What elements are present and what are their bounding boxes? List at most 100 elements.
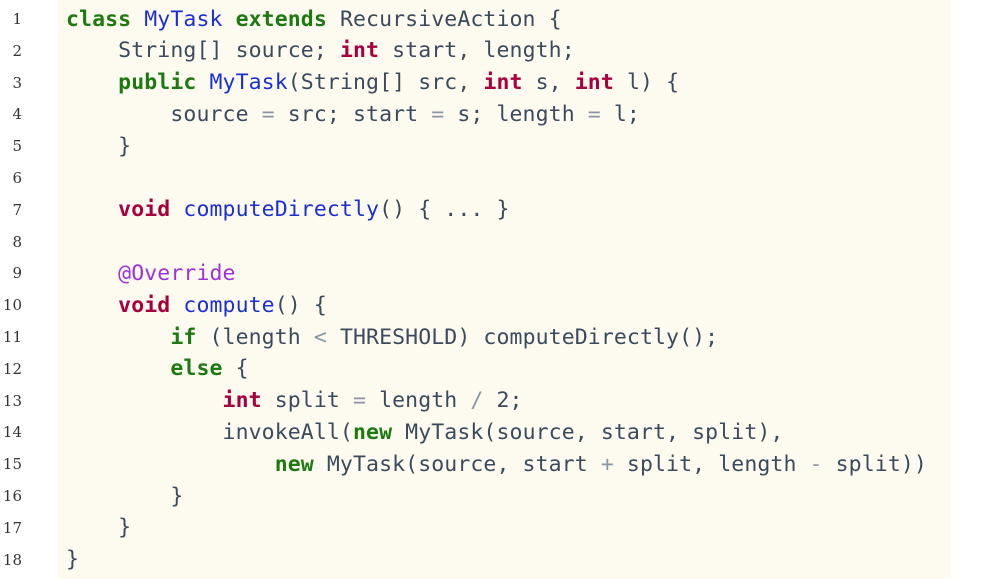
code-line: 18} [0, 544, 1001, 576]
code-token: 2; [483, 388, 523, 414]
line-number: 13 [2, 391, 22, 410]
code-line: 8 [0, 226, 1001, 258]
code-token: l) { [613, 70, 680, 96]
code-token: start, length; [379, 38, 575, 64]
line-number: 12 [2, 359, 22, 378]
code-text: source = src; start = s; length = l; [66, 102, 640, 127]
line-number: 2 [12, 41, 22, 60]
code-token: < [313, 324, 327, 350]
code-token: } [66, 483, 184, 509]
code-token: MyTask [209, 70, 288, 96]
code-token: compute [183, 292, 275, 318]
code-token: int [483, 70, 523, 96]
code-token: s; length [444, 101, 588, 127]
code-token: THRESHOLD) computeDirectly(); [326, 324, 719, 350]
code-token: invokeAll( [66, 419, 353, 445]
code-token: int [339, 38, 380, 64]
line-number: 10 [2, 296, 22, 315]
code-token: } [66, 547, 80, 573]
code-token: s, [522, 70, 575, 96]
code-token: = [431, 101, 445, 127]
code-token: new [352, 419, 406, 445]
code-line: 7 void computeDirectly() { ... } [0, 194, 1001, 226]
code-token: RecursiveAction { [339, 6, 562, 32]
code-line: 13 int split = length / 2; [0, 385, 1001, 417]
code-token: () { [274, 292, 327, 318]
code-token: else [66, 356, 236, 382]
line-number: 1 [12, 10, 22, 28]
code-text: class MyTask extends RecursiveAction { [66, 7, 562, 32]
code-token: MyTask [144, 6, 236, 32]
code-line: 10 void compute() { [0, 289, 1001, 321]
line-number: 16 [2, 487, 22, 505]
code-token: public [66, 70, 210, 96]
code-line: 1 class MyTask extends RecursiveAction { [0, 3, 1001, 35]
code-token: = [352, 388, 367, 414]
code-line: 5 } [0, 130, 1001, 162]
code-line: 11 if (length < THRESHOLD) computeDirect… [0, 321, 1001, 353]
code-line: 2 String[] source; int start, length; [0, 35, 1001, 67]
code-token: extends [235, 6, 340, 32]
code-token: = [261, 101, 275, 127]
code-token: / [470, 388, 484, 414]
line-number: 17 [2, 518, 22, 537]
code-token: } [66, 515, 132, 541]
code-token: length [366, 388, 471, 414]
line-number: 11 [2, 328, 22, 346]
code-text: void compute() { [66, 293, 327, 318]
code-text: int split = length / 2; [66, 388, 523, 413]
code-token: if [66, 324, 210, 350]
code-line: 9 @Override [0, 257, 1001, 289]
code-text: @Override [66, 261, 236, 286]
code-token: l; [600, 101, 640, 127]
line-number: 9 [12, 264, 22, 283]
line-number: 7 [12, 200, 22, 219]
code-line: 3 public MyTask(String[] src, int s, int… [0, 67, 1001, 99]
code-listing: 1 class MyTask extends RecursiveAction { 2… [0, 0, 1001, 579]
code-text: } [66, 515, 131, 540]
line-number: 5 [12, 137, 22, 156]
code-text: } [66, 484, 183, 509]
code-text: } [66, 134, 131, 159]
code-token: class [66, 6, 145, 32]
code-token: int [66, 388, 262, 414]
code-token: void [66, 292, 184, 318]
line-number: 6 [12, 169, 22, 187]
code-token: source [66, 101, 262, 127]
code-token: - [809, 451, 823, 477]
code-line: 16 } [0, 480, 1001, 512]
line-number: 8 [12, 232, 22, 251]
line-number: 15 [2, 455, 22, 474]
code-token: int [574, 70, 614, 96]
code-text: new MyTask(source, start + split, length… [66, 452, 927, 477]
code-token: + [600, 451, 614, 477]
code-token: @Override [66, 260, 236, 286]
code-token: void [66, 197, 184, 223]
code-text: } [66, 547, 79, 572]
code-token: String[] source; [66, 38, 340, 64]
line-number: 14 [2, 423, 22, 442]
code-text: String[] source; int start, length; [66, 38, 575, 63]
code-token: src; start [274, 101, 432, 127]
code-token: split)) [822, 451, 927, 477]
code-token: MyTask(source, start [326, 451, 601, 477]
code-token: new [66, 451, 327, 477]
code-token: (length [209, 324, 314, 350]
code-token: split [261, 388, 353, 414]
code-line: 4 source = src; start = s; length = l; [0, 98, 1001, 130]
code-line: 12 else { [0, 353, 1001, 385]
code-token: (String[] src, [287, 70, 484, 96]
code-text: if (length < THRESHOLD) computeDirectly(… [66, 325, 718, 350]
code-line: 17 } [0, 512, 1001, 544]
code-line: 14 invokeAll(new MyTask(source, start, s… [0, 416, 1001, 448]
line-number: 3 [12, 73, 22, 92]
code-token: computeDirectly [183, 197, 380, 223]
line-number: 18 [2, 550, 22, 569]
code-text: invokeAll(new MyTask(source, start, spli… [66, 419, 784, 445]
code-line: 6 [0, 162, 1001, 194]
code-token: } [66, 133, 132, 159]
code-text: void computeDirectly() { ... } [66, 197, 510, 222]
code-token: MyTask(source, start, split), [405, 419, 784, 445]
code-token: split, length [613, 451, 810, 477]
code-text: else { [66, 356, 249, 381]
